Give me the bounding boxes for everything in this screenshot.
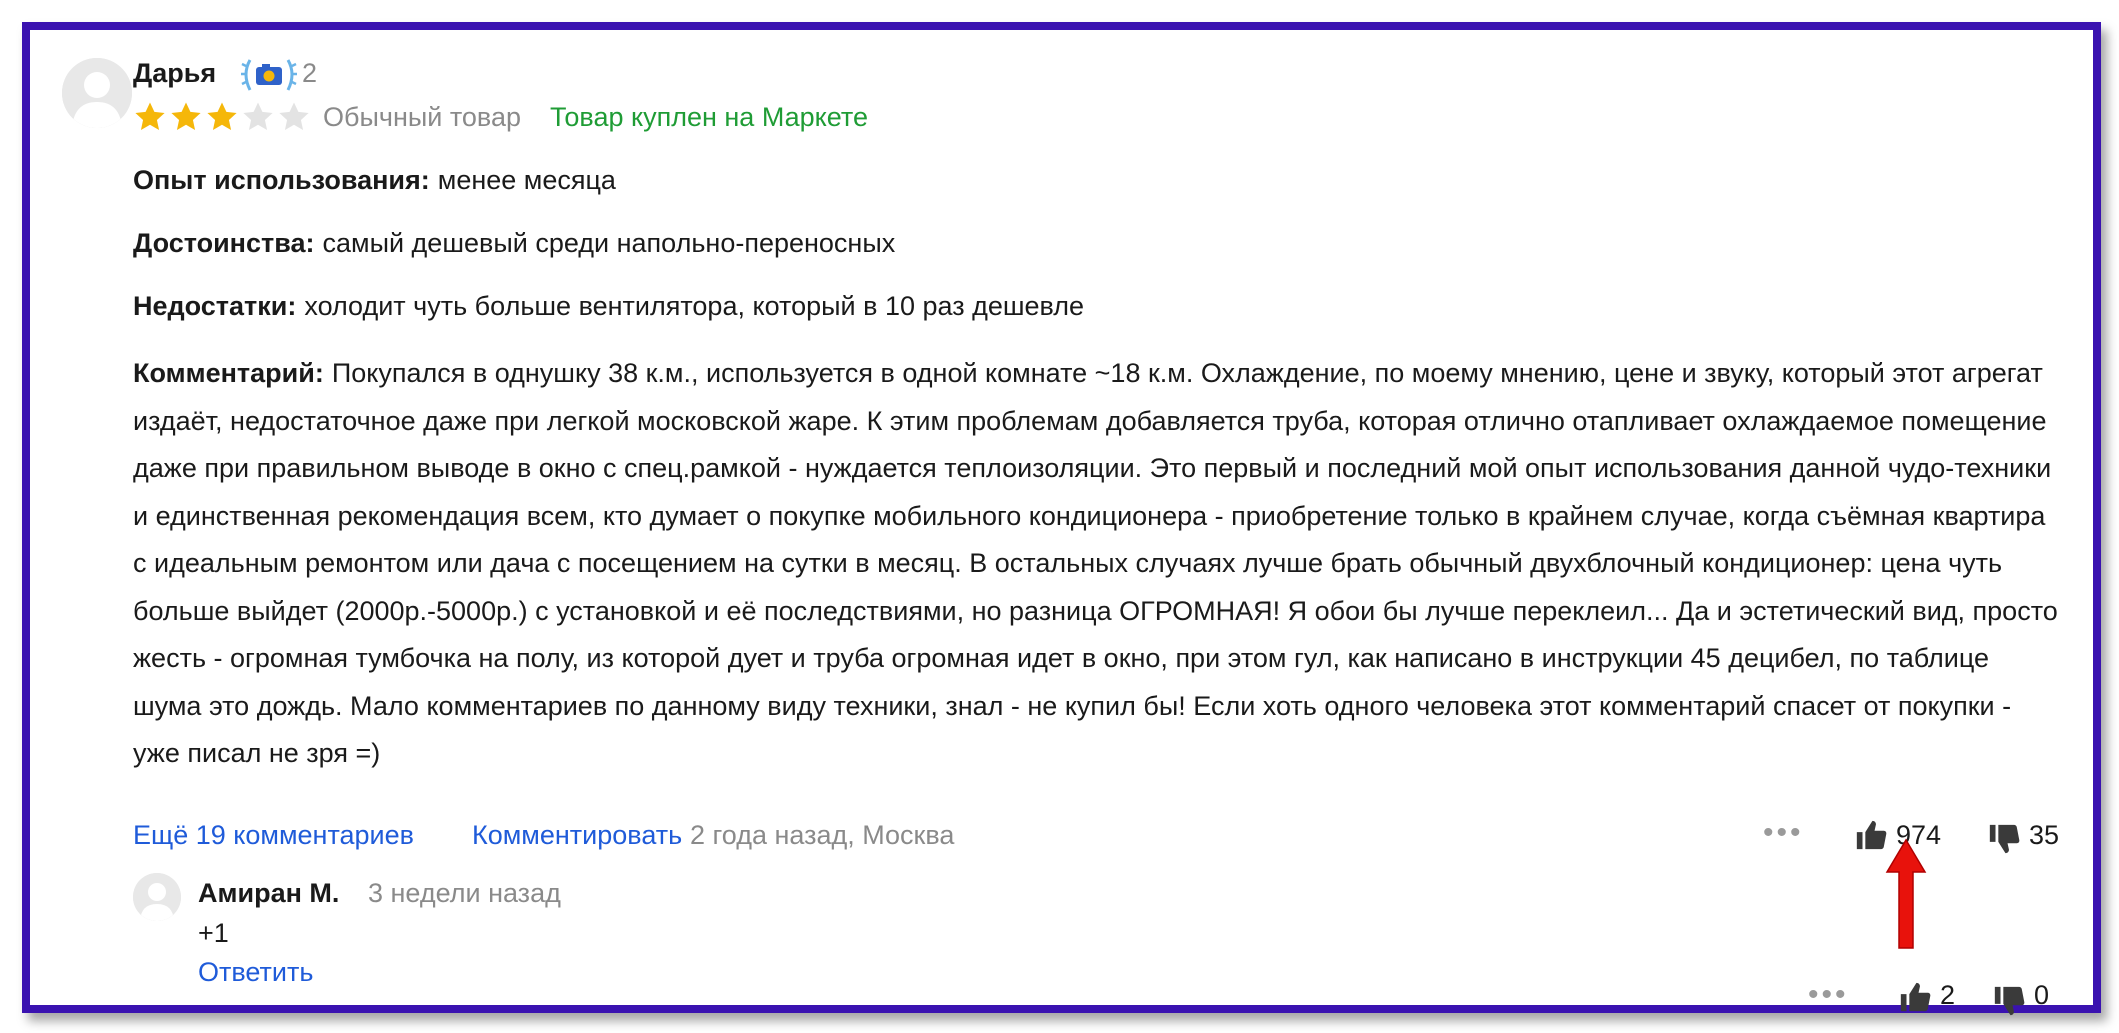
user-silhouette-icon: [62, 58, 132, 128]
comment-label: Комментарий:: [133, 358, 324, 388]
thumbs-down-icon[interactable]: [1987, 822, 2021, 856]
thumbs-up-icon[interactable]: [1898, 980, 1932, 1014]
dislike-count: 35: [2029, 820, 2060, 850]
reply-date: 3 недели назад: [368, 878, 561, 908]
pros-value: самый дешевый среди напольно-переносных: [322, 228, 896, 258]
reply-dislike-count: 0: [2034, 980, 2050, 1010]
pros-field: Достоинства: самый дешевый среди напольно…: [133, 225, 895, 261]
thumbs-down-icon[interactable]: [1992, 984, 2026, 1018]
star-filled-icon: [171, 102, 201, 131]
experience-value: менее месяца: [437, 165, 616, 195]
experience-label: Опыт использования:: [133, 165, 430, 195]
review-card: Дарья 2 Обычный товар Товар куплен на Ма…: [22, 22, 2101, 1016]
star-empty-icon: [243, 102, 273, 131]
comment-value: Покупался в однушку 38 к.м., используетс…: [133, 358, 2058, 768]
reply-like-count: 2: [1940, 980, 1956, 1010]
user-silhouette-icon: [133, 873, 181, 921]
star-filled-icon: [207, 102, 237, 131]
more-dots-icon[interactable]: •••: [1808, 978, 1849, 1012]
reply-avatar[interactable]: [133, 873, 181, 921]
author-avatar[interactable]: [62, 58, 132, 128]
comment-field: Комментарий: Покупался в однушку 38 к.м.,…: [133, 350, 2058, 778]
purchase-status: Товар куплен на Маркете: [550, 102, 868, 132]
star-empty-icon: [279, 102, 309, 131]
cons-label: Недостатки:: [133, 291, 297, 321]
rating-stars: [133, 100, 311, 136]
reply-button[interactable]: Ответить: [198, 957, 313, 988]
reply-author[interactable]: Амиран М.: [198, 878, 339, 909]
reply-text: +1: [198, 918, 229, 948]
product-type-label: Обычный товар: [323, 102, 521, 132]
badge-count: 2: [302, 58, 318, 88]
red-arrow-icon: [1885, 838, 1927, 949]
laurel-camera-badge-icon: [241, 59, 297, 91]
thumbs-up-icon[interactable]: [1854, 818, 1888, 852]
more-comments-link[interactable]: Ещё 19 комментариев: [133, 820, 414, 851]
cons-value: холодит чуть больше вентилятора, который…: [304, 291, 1085, 321]
review-meta: 2 года назад, Москва: [690, 820, 955, 850]
pros-label: Достоинства:: [133, 228, 315, 258]
cons-field: Недостатки: холодит чуть больше вентилято…: [133, 288, 1084, 324]
comment-button[interactable]: Комментировать: [472, 820, 682, 851]
review-author[interactable]: Дарья: [133, 58, 216, 89]
experience-field: Опыт использования: менее месяца: [133, 162, 616, 198]
more-dots-icon[interactable]: •••: [1763, 816, 1804, 850]
star-filled-icon: [135, 102, 165, 131]
